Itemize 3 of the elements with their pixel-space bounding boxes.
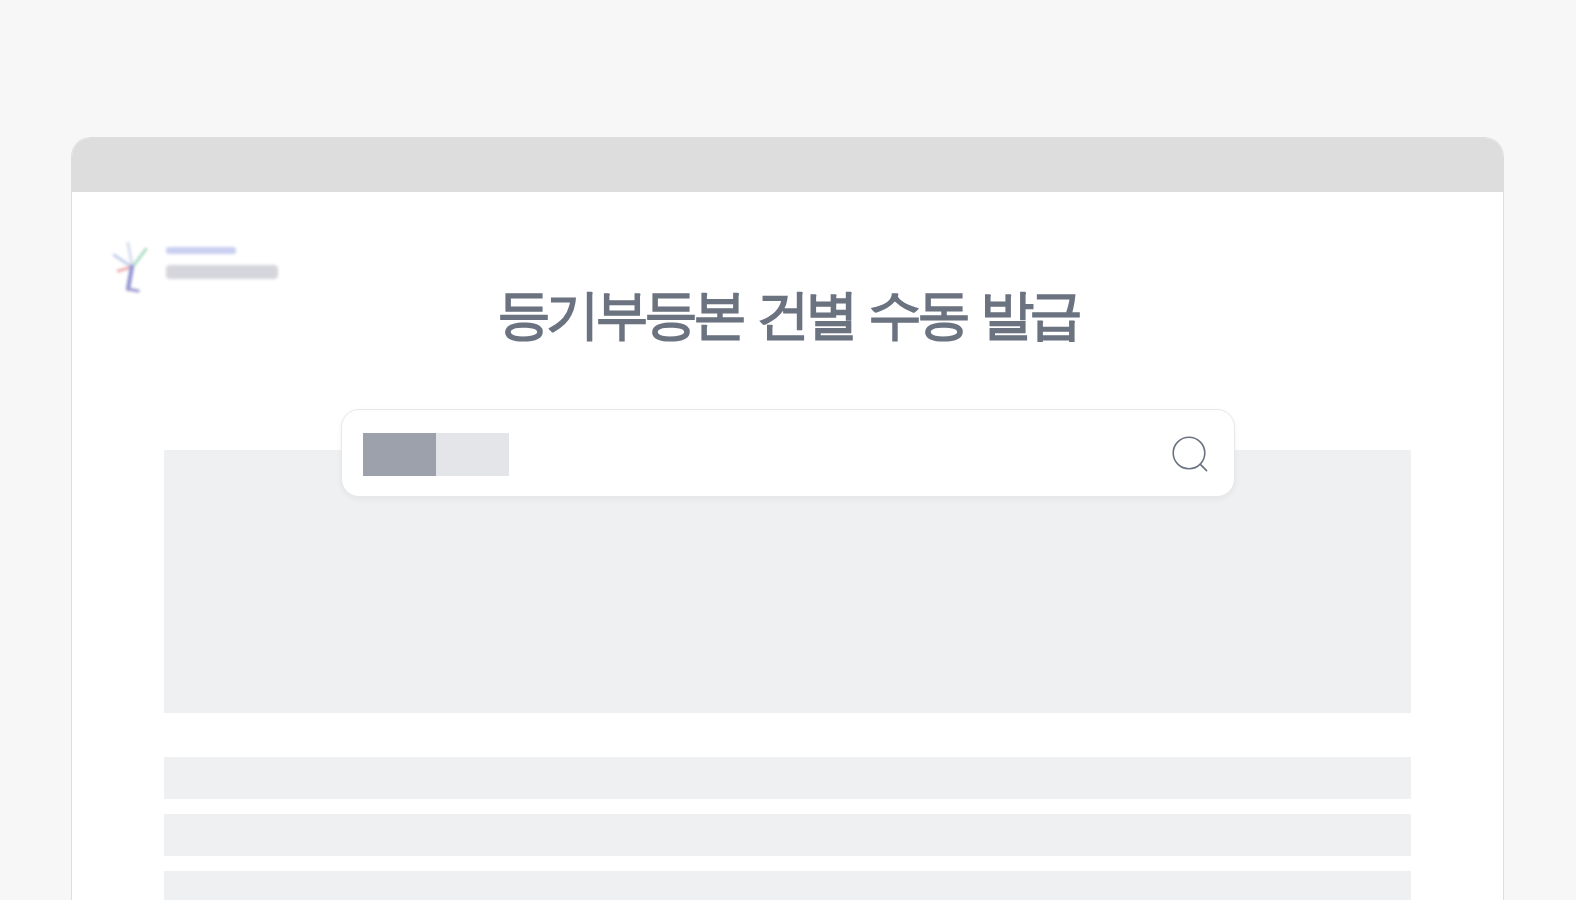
page-title: 등기부등본 건별 수동 발급 (497, 285, 1078, 345)
search-field[interactable] (340, 409, 1235, 497)
search-icon[interactable] (1171, 436, 1208, 472)
